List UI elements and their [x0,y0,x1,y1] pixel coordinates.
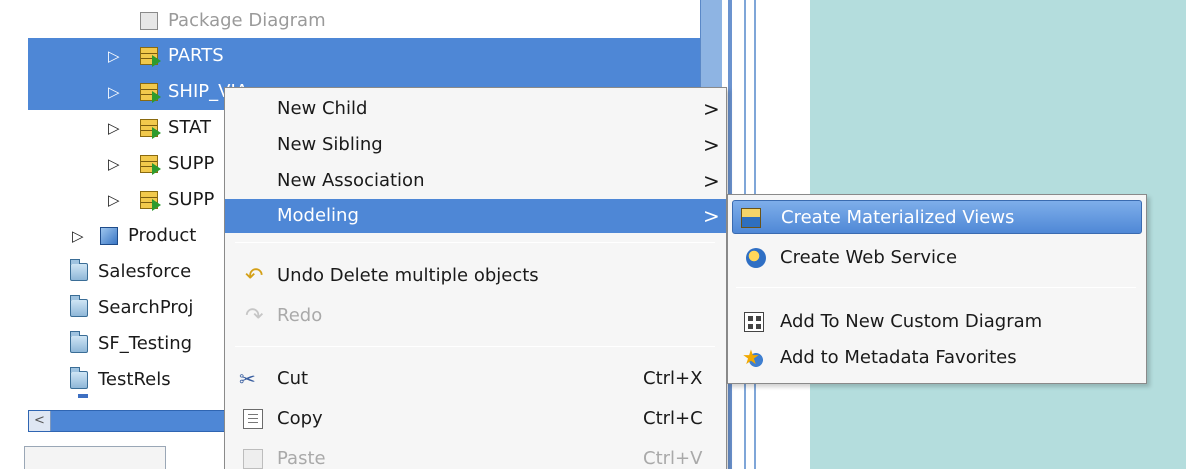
menu-separator [235,346,715,347]
folder-icon [70,367,88,389]
paste-icon [243,449,263,469]
menu-item-add-to-metadata-favorites[interactable]: Add to Metadata Favorites [732,340,1142,375]
tree-item-label: SearchProj [98,297,194,318]
undo-icon [245,260,265,294]
tree-item-label: Package Diagram [168,10,326,31]
expand-icon[interactable]: ▷ [108,74,124,110]
folder-icon [70,331,88,353]
menu-item-redo[interactable]: Redo [225,299,726,334]
menu-item-label: Create Materialized Views [781,207,1015,228]
modeling-submenu: Create Materialized Views Create Web Ser… [727,194,1147,384]
expand-icon[interactable]: ▷ [108,38,124,74]
tree-item-parts[interactable]: ▷ PARTS [28,38,700,74]
folder-icon [70,295,88,317]
shortcut-label: Ctrl+X [643,368,703,389]
table-icon [140,155,161,175]
menu-item-modeling[interactable]: Modeling > [225,199,726,233]
menu-separator [736,287,1136,288]
shortcut-label: Ctrl+V [643,448,703,469]
menu-item-cut[interactable]: Cut Ctrl+X [225,362,726,396]
menu-item-new-sibling[interactable]: New Sibling > [225,128,726,162]
menu-item-create-web-service[interactable]: Create Web Service [732,241,1142,275]
submenu-arrow-icon: > [703,133,720,157]
menu-item-add-to-new-custom-diagram[interactable]: Add To New Custom Diagram [732,305,1142,339]
table-icon [140,83,161,103]
expand-icon[interactable]: ▷ [108,146,124,182]
menu-item-label: New Child [277,98,368,119]
scroll-left-button[interactable]: < [29,411,51,431]
menu-item-label: Redo [277,305,323,326]
menu-item-label: Paste [277,448,326,469]
table-icon [140,119,161,139]
package-diagram-icon [140,12,158,30]
submenu-arrow-icon: > [703,169,720,193]
context-menu: New Child > New Sibling > New Associatio… [224,87,727,469]
redo-icon [245,300,265,334]
tree-item-label: SUPP [168,153,215,174]
menu-item-create-materialized-views[interactable]: Create Materialized Views [732,200,1142,234]
copy-icon [243,409,263,429]
menu-separator [235,242,715,243]
tree-item-label: TestRels [98,369,171,390]
table-icon [140,191,161,211]
menu-item-undo[interactable]: Undo Delete multiple objects [225,259,726,294]
menu-item-label: Add To New Custom Diagram [780,311,1043,332]
web-service-icon [746,248,766,268]
menu-item-copy[interactable]: Copy Ctrl+C [225,402,726,436]
tree-item-label: Product [128,225,197,246]
tree-item-label: PARTS [168,45,224,66]
submenu-arrow-icon: > [703,204,720,228]
menu-item-label: Add to Metadata Favorites [780,347,1017,368]
shortcut-label: Ctrl+C [643,408,703,429]
menu-item-label: Modeling [277,205,359,226]
menu-item-paste[interactable]: Paste Ctrl+V [225,442,726,469]
menu-item-label: New Association [277,170,425,191]
model-cube-icon [100,227,118,245]
table-icon [140,47,161,67]
tree-item-label: SUPP [168,189,215,210]
menu-item-label: Cut [277,368,309,389]
tree-item-label: Salesforce [98,261,192,282]
menu-item-label: Create Web Service [780,247,958,268]
menu-item-label: New Sibling [277,134,383,155]
submenu-arrow-icon: > [703,97,720,121]
expand-icon[interactable]: ▷ [108,110,124,146]
bottom-view-tab[interactable] [24,446,166,469]
menu-item-new-child[interactable]: New Child > [225,92,726,126]
menu-item-new-association[interactable]: New Association > [225,164,726,198]
tree-item-label: STAT [168,117,211,138]
folder-icon [70,259,88,281]
favorites-icon [742,340,764,374]
expand-icon[interactable]: ▷ [108,182,124,218]
tree-item-label: SF_Testing [98,333,193,354]
materialized-view-icon [741,208,761,228]
menu-item-label: Undo Delete multiple objects [277,265,539,286]
custom-diagram-icon [744,312,764,332]
tree-marker [78,394,88,398]
expand-icon[interactable]: ▷ [72,218,88,254]
cut-icon [239,362,259,396]
menu-item-label: Copy [277,408,323,429]
